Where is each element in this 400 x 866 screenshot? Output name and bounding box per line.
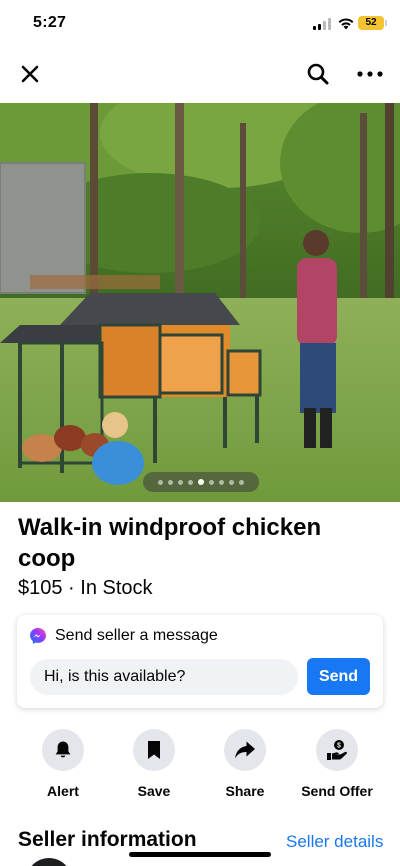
share-button[interactable]: Share <box>200 729 290 799</box>
pager-dot <box>229 479 234 485</box>
close-icon <box>21 65 39 83</box>
share-arrow-icon <box>235 741 255 759</box>
search-button[interactable] <box>304 60 332 88</box>
save-circle <box>133 729 175 771</box>
save-label: Save <box>137 783 171 799</box>
cellular-signal-icon <box>313 18 332 30</box>
status-bar: 5:27 52 <box>0 0 400 48</box>
pager-dot <box>168 479 173 485</box>
pager-dot <box>158 479 163 485</box>
home-indicator <box>129 852 271 857</box>
seller-info-heading: Seller information <box>18 828 197 851</box>
alert-label: Alert <box>47 783 79 799</box>
send-offer-label: Send Offer <box>301 783 373 799</box>
battery-indicator: 52 <box>358 16 387 30</box>
send-offer-circle: $ <box>316 729 358 771</box>
price-stock: $105 · In Stock <box>18 577 153 599</box>
message-input[interactable]: Hi, is this available? <box>30 659 298 695</box>
pager-dot <box>198 479 204 485</box>
wifi-icon <box>337 16 355 30</box>
listing-photo[interactable] <box>0 103 400 502</box>
listing-title: Walk-in windproof chicken coop <box>18 514 322 572</box>
alert-circle <box>42 729 84 771</box>
bookmark-icon <box>148 741 160 759</box>
close-button[interactable] <box>17 61 43 87</box>
pager-dot <box>178 479 183 485</box>
more-options-button[interactable] <box>354 62 386 86</box>
send-button[interactable]: Send <box>307 658 370 695</box>
seller-details-link[interactable]: Seller details <box>286 832 383 852</box>
photo-pager <box>143 472 259 492</box>
pager-dot <box>188 479 193 485</box>
bell-icon <box>55 741 71 758</box>
pager-dot <box>219 479 224 485</box>
messenger-icon <box>30 628 46 644</box>
message-card: Send seller a message Hi, is this availa… <box>17 615 383 708</box>
message-header: Send seller a message <box>29 627 218 645</box>
seller-avatar[interactable] <box>26 858 72 866</box>
status-time: 5:27 <box>33 14 67 31</box>
message-header-label: Send seller a message <box>55 627 218 644</box>
svg-text:$: $ <box>337 743 341 750</box>
share-label: Share <box>225 783 265 799</box>
action-row: Alert Save Share $ Send Offer <box>0 729 400 799</box>
send-offer-button[interactable]: $ Send Offer <box>292 729 382 799</box>
send-offer-icon: $ <box>327 740 347 760</box>
pager-dot <box>239 479 244 485</box>
alert-button[interactable]: Alert <box>18 729 108 799</box>
more-icon <box>357 71 383 77</box>
share-circle <box>224 729 266 771</box>
save-button[interactable]: Save <box>109 729 199 799</box>
pager-dot <box>209 479 214 485</box>
search-icon <box>307 63 329 85</box>
